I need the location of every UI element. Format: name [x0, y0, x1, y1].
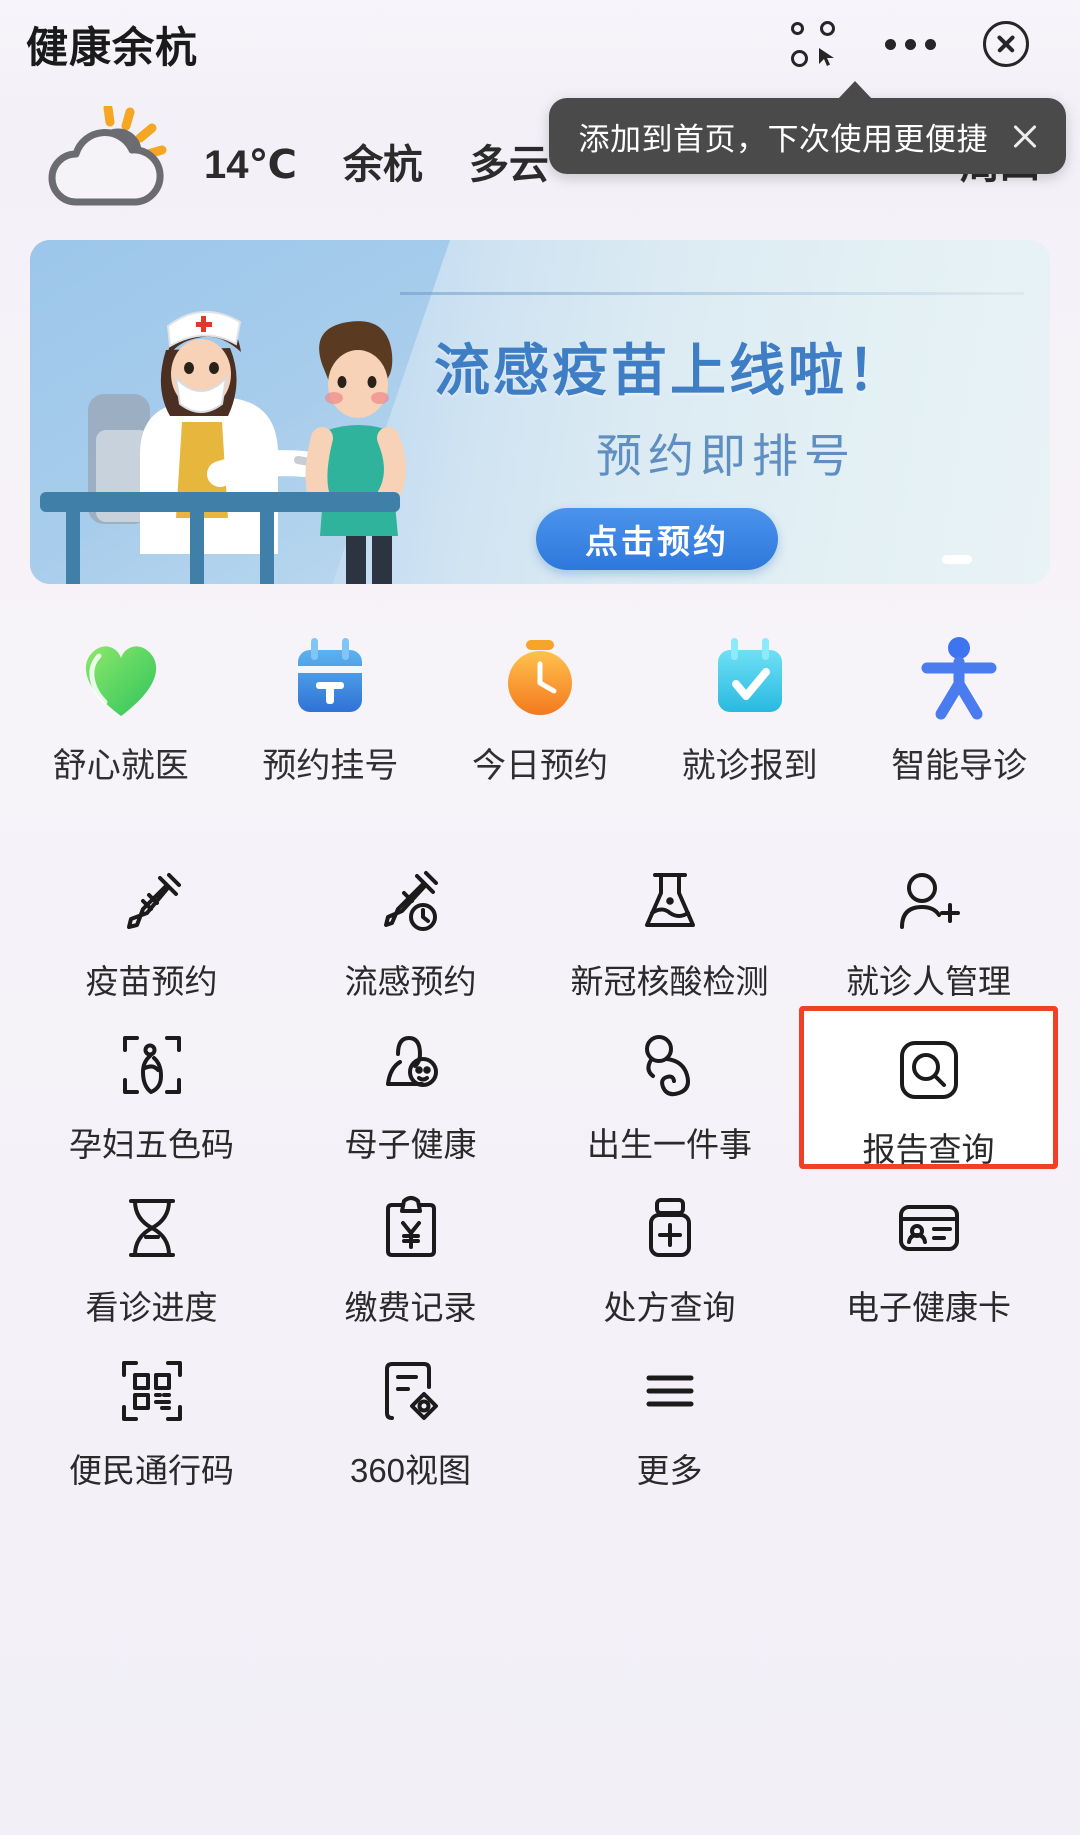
service-label: 母子健康 — [344, 1126, 477, 1163]
flu-vaccine-banner[interactable]: 流感疫苗上线啦！ 预约即排号 点击预约 — [30, 240, 1050, 584]
view-360-icon — [375, 1358, 447, 1424]
mini-program-menu-button[interactable] — [766, 6, 862, 82]
service-label: 出生一件事 — [587, 1126, 752, 1163]
medicine-bottle-icon — [634, 1195, 706, 1261]
desk-illustration — [40, 492, 400, 584]
quick-service-label: 舒心就医 — [52, 747, 189, 785]
service-label: 孕妇五色码 — [69, 1126, 234, 1163]
banner-divider — [400, 292, 1024, 295]
header-capsule — [766, 6, 1054, 82]
banner-cta-button[interactable]: 点击预约 — [536, 508, 778, 570]
service-label: 处方查询 — [603, 1289, 736, 1326]
app-header: 健康余杭 — [0, 0, 1080, 88]
add-to-home-tooltip[interactable]: 添加到首页，下次使用更便捷 — [548, 81, 1066, 174]
service-liuganyuyue[interactable]: 流感预约 — [281, 843, 540, 1006]
payment-record-icon — [375, 1195, 447, 1261]
service-jiuzhenrenguanli[interactable]: 就诊人管理 — [799, 843, 1058, 1006]
service-bianmintongxingma[interactable]: 便民通行码 — [22, 1332, 281, 1495]
service-gengduo[interactable]: 更多 — [540, 1332, 799, 1495]
service-chushengyijianshi[interactable]: 出生一件事 — [540, 1006, 799, 1169]
weather-city: 余杭 — [342, 143, 423, 187]
close-icon — [983, 21, 1029, 67]
service-label: 报告查询 — [862, 1131, 995, 1168]
quick-service-shuxinjiuyi[interactable]: 舒心就医 — [16, 630, 226, 787]
clock-icon — [494, 630, 586, 722]
service-baogaochaxun[interactable]: 报告查询 — [799, 1006, 1058, 1169]
newborn-icon — [634, 1032, 706, 1098]
report-search-icon — [893, 1037, 965, 1103]
quick-services-grid: 舒心就医 预约挂号 今日预约 就诊报到 智能导诊 — [0, 616, 1080, 809]
banner-title: 流感疫苗上线啦！ — [434, 339, 906, 402]
page-title: 健康余杭 — [26, 23, 199, 71]
tooltip-close-icon[interactable] — [1010, 121, 1040, 151]
weather-condition: 多云 — [468, 143, 549, 187]
tooltip-message: 添加到首页，下次使用更便捷 — [578, 121, 988, 157]
calendar-register-icon — [284, 630, 376, 722]
quick-service-zhinengdaozhen[interactable]: 智能导诊 — [854, 630, 1064, 787]
syringe-clock-icon — [375, 869, 447, 935]
weather-temperature: 14℃ — [204, 143, 297, 187]
banner-indicator[interactable] — [942, 555, 972, 564]
service-label: 便民通行码 — [69, 1452, 234, 1489]
quick-service-label: 预约挂号 — [262, 747, 399, 785]
service-yimiaoyuyue[interactable]: 疫苗预约 — [22, 843, 281, 1006]
service-jiaofeijilu[interactable]: 缴费记录 — [281, 1169, 540, 1332]
service-label: 就诊人管理 — [846, 963, 1011, 1000]
service-360shitu[interactable]: 360视图 — [281, 1332, 540, 1495]
more-lines-icon — [634, 1358, 706, 1424]
quick-service-jiuzhenbaodao[interactable]: 就诊报到 — [645, 630, 855, 787]
hourglass-icon — [116, 1195, 188, 1261]
banner-subtitle: 预约即排号 — [596, 430, 856, 482]
service-yunfuwusema[interactable]: 孕妇五色码 — [22, 1006, 281, 1169]
tooltip-arrow — [838, 81, 872, 99]
person-guide-icon — [913, 630, 1005, 722]
mini-program-menu-icon — [791, 21, 837, 67]
partly-cloudy-icon — [40, 103, 190, 216]
health-card-icon — [893, 1195, 965, 1261]
flask-icon — [634, 869, 706, 935]
more-icon — [884, 38, 936, 50]
service-label: 缴费记录 — [344, 1289, 477, 1326]
quick-service-label: 今日预约 — [471, 747, 608, 785]
service-xinguanhesuanjiance[interactable]: 新冠核酸检测 — [540, 843, 799, 1006]
quick-service-jinriyuyue[interactable]: 今日预约 — [435, 630, 645, 787]
banner-container: 流感疫苗上线啦！ 预约即排号 点击预约 — [0, 240, 1080, 584]
service-empty-slot — [799, 1332, 1058, 1495]
service-dianzijiankangka[interactable]: 电子健康卡 — [799, 1169, 1058, 1332]
syringe-icon — [116, 869, 188, 935]
pregnant-scan-icon — [116, 1032, 188, 1098]
calendar-check-icon — [704, 630, 796, 722]
service-muzijiankang[interactable]: 母子健康 — [281, 1006, 540, 1169]
heart-icon — [75, 630, 167, 722]
service-kanzhenjindu[interactable]: 看诊进度 — [22, 1169, 281, 1332]
services-grid: 疫苗预约 流感预约 新冠核酸检测 就诊人管理 孕妇五色码 母子健康 出生一件事 … — [0, 843, 1080, 1495]
service-label: 更多 — [636, 1452, 703, 1489]
qr-code-icon — [116, 1358, 188, 1424]
quick-service-yuyueguahao[interactable]: 预约挂号 — [226, 630, 436, 787]
close-button[interactable] — [958, 6, 1054, 82]
service-label: 看诊进度 — [85, 1289, 218, 1326]
quick-service-label: 智能导诊 — [891, 747, 1028, 785]
service-label: 新冠核酸检测 — [570, 963, 769, 1000]
service-label: 流感预约 — [344, 963, 477, 1000]
service-label: 电子健康卡 — [846, 1289, 1011, 1326]
more-button[interactable] — [862, 6, 958, 82]
banner-cta-label: 点击预约 — [585, 523, 729, 560]
person-add-icon — [893, 869, 965, 935]
service-chufangchaxun[interactable]: 处方查询 — [540, 1169, 799, 1332]
service-label: 疫苗预约 — [85, 963, 218, 1000]
quick-service-label: 就诊报到 — [681, 747, 818, 785]
service-label: 360视图 — [349, 1452, 472, 1489]
mother-baby-icon — [375, 1032, 447, 1098]
